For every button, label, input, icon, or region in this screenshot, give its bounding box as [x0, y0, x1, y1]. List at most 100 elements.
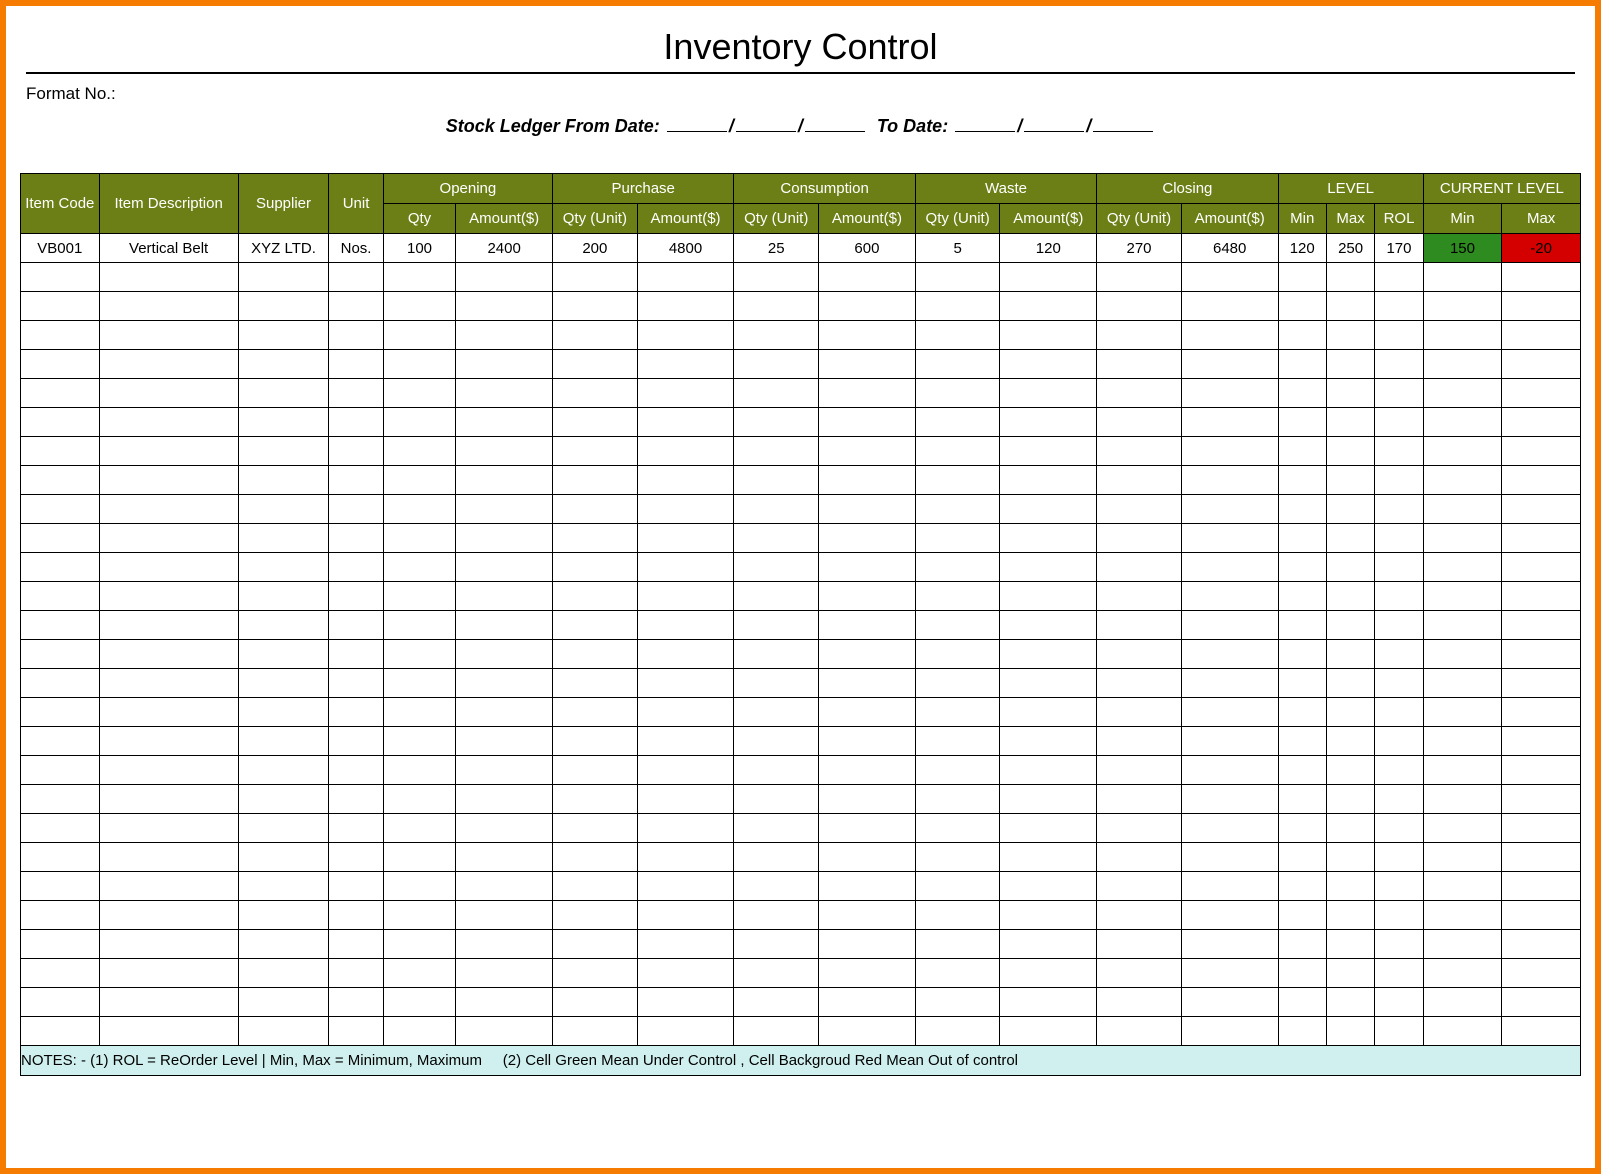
empty-cell[interactable]: [238, 872, 329, 901]
empty-cell[interactable]: [21, 1017, 100, 1046]
empty-cell[interactable]: [238, 321, 329, 350]
empty-cell[interactable]: [1326, 640, 1374, 669]
empty-cell[interactable]: [734, 1017, 819, 1046]
empty-cell[interactable]: [915, 379, 1000, 408]
empty-cell[interactable]: [329, 843, 383, 872]
empty-cell[interactable]: [238, 350, 329, 379]
empty-cell[interactable]: [1375, 466, 1423, 495]
empty-cell[interactable]: [1278, 611, 1326, 640]
empty-cell[interactable]: [1375, 640, 1423, 669]
empty-cell[interactable]: [1097, 350, 1182, 379]
empty-cell[interactable]: [637, 959, 734, 988]
empty-cell[interactable]: [915, 495, 1000, 524]
empty-cell[interactable]: [734, 959, 819, 988]
empty-cell[interactable]: [637, 495, 734, 524]
empty-cell[interactable]: [1181, 727, 1278, 756]
empty-cell[interactable]: [1423, 582, 1502, 611]
empty-cell[interactable]: [1181, 495, 1278, 524]
empty-cell[interactable]: [553, 727, 638, 756]
empty-cell[interactable]: [1423, 263, 1502, 292]
empty-cell[interactable]: [456, 930, 553, 959]
empty-cell[interactable]: [1502, 292, 1581, 321]
empty-cell[interactable]: [1181, 669, 1278, 698]
empty-cell[interactable]: [553, 408, 638, 437]
empty-cell[interactable]: [1000, 959, 1097, 988]
empty-cell[interactable]: [456, 350, 553, 379]
empty-cell[interactable]: [1000, 292, 1097, 321]
empty-cell[interactable]: [329, 553, 383, 582]
empty-cell[interactable]: [1278, 495, 1326, 524]
empty-cell[interactable]: [21, 669, 100, 698]
empty-cell[interactable]: [1326, 785, 1374, 814]
empty-cell[interactable]: [238, 727, 329, 756]
empty-cell[interactable]: [819, 988, 916, 1017]
empty-cell[interactable]: [99, 553, 238, 582]
empty-cell[interactable]: [1423, 727, 1502, 756]
empty-cell[interactable]: [21, 524, 100, 553]
empty-cell[interactable]: [238, 1017, 329, 1046]
empty-cell[interactable]: [1000, 872, 1097, 901]
empty-cell[interactable]: [1423, 466, 1502, 495]
empty-cell[interactable]: [99, 582, 238, 611]
empty-cell[interactable]: [21, 988, 100, 1017]
empty-cell[interactable]: [1097, 901, 1182, 930]
empty-cell[interactable]: [238, 408, 329, 437]
empty-cell[interactable]: [637, 669, 734, 698]
empty-cell[interactable]: [734, 756, 819, 785]
empty-cell[interactable]: [1278, 640, 1326, 669]
empty-cell[interactable]: [915, 698, 1000, 727]
empty-cell[interactable]: [1326, 959, 1374, 988]
empty-cell[interactable]: [1423, 843, 1502, 872]
from-date-month[interactable]: [736, 118, 796, 132]
empty-cell[interactable]: [238, 640, 329, 669]
empty-cell[interactable]: [1000, 814, 1097, 843]
empty-cell[interactable]: [1375, 408, 1423, 437]
empty-cell[interactable]: [819, 669, 916, 698]
empty-cell[interactable]: [637, 785, 734, 814]
empty-cell[interactable]: [1502, 379, 1581, 408]
empty-cell[interactable]: [238, 379, 329, 408]
empty-cell[interactable]: [238, 814, 329, 843]
cell-item-desc[interactable]: Vertical Belt: [99, 234, 238, 263]
empty-cell[interactable]: [383, 785, 456, 814]
cell-purchase-amt[interactable]: 4800: [637, 234, 734, 263]
empty-cell[interactable]: [819, 553, 916, 582]
empty-cell[interactable]: [1278, 408, 1326, 437]
empty-cell[interactable]: [637, 437, 734, 466]
empty-cell[interactable]: [637, 988, 734, 1017]
empty-cell[interactable]: [1278, 321, 1326, 350]
empty-cell[interactable]: [21, 292, 100, 321]
empty-cell[interactable]: [734, 872, 819, 901]
empty-cell[interactable]: [329, 495, 383, 524]
empty-cell[interactable]: [1502, 727, 1581, 756]
empty-cell[interactable]: [456, 727, 553, 756]
empty-cell[interactable]: [1502, 1017, 1581, 1046]
empty-cell[interactable]: [734, 698, 819, 727]
empty-cell[interactable]: [238, 669, 329, 698]
empty-cell[interactable]: [1181, 872, 1278, 901]
empty-cell[interactable]: [456, 437, 553, 466]
cell-current-min[interactable]: 150: [1423, 234, 1502, 263]
empty-cell[interactable]: [1097, 292, 1182, 321]
empty-cell[interactable]: [1181, 263, 1278, 292]
empty-cell[interactable]: [1278, 698, 1326, 727]
empty-cell[interactable]: [1097, 495, 1182, 524]
empty-cell[interactable]: [1502, 872, 1581, 901]
empty-cell[interactable]: [21, 843, 100, 872]
cell-waste-qty[interactable]: 5: [915, 234, 1000, 263]
empty-cell[interactable]: [1097, 524, 1182, 553]
empty-cell[interactable]: [637, 843, 734, 872]
empty-cell[interactable]: [99, 321, 238, 350]
empty-cell[interactable]: [1181, 756, 1278, 785]
empty-cell[interactable]: [734, 611, 819, 640]
empty-cell[interactable]: [238, 785, 329, 814]
empty-cell[interactable]: [1375, 1017, 1423, 1046]
empty-cell[interactable]: [1326, 872, 1374, 901]
empty-cell[interactable]: [1097, 727, 1182, 756]
empty-cell[interactable]: [819, 1017, 916, 1046]
empty-cell[interactable]: [915, 553, 1000, 582]
empty-cell[interactable]: [1000, 582, 1097, 611]
empty-cell[interactable]: [819, 582, 916, 611]
empty-cell[interactable]: [819, 292, 916, 321]
cell-item-code[interactable]: VB001: [21, 234, 100, 263]
